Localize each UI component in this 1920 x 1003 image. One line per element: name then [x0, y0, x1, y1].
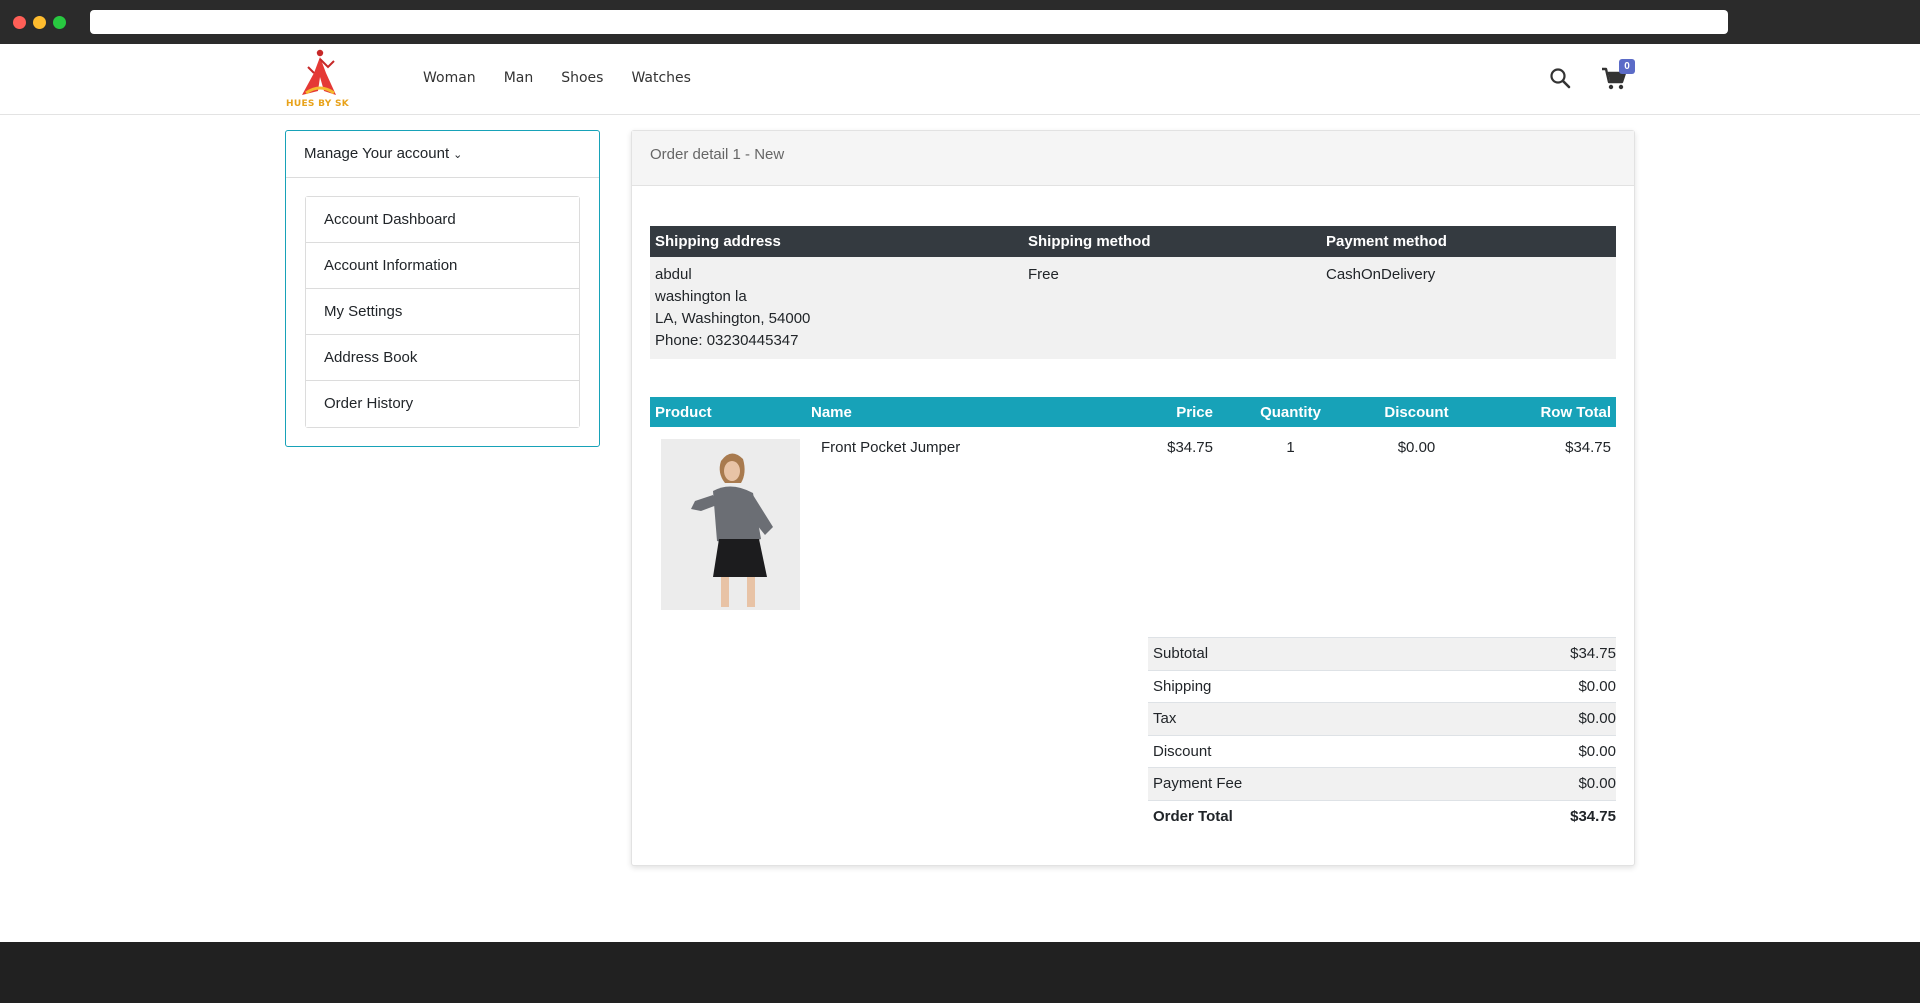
discount-header: Discount	[1363, 397, 1470, 427]
product-name-text[interactable]: Front Pocket Jumper	[811, 439, 960, 456]
order-totals-table: Subtotal $34.75 Shipping $0.00 Tax $0.00…	[1148, 637, 1616, 833]
chevron-down-icon: ⌄	[453, 149, 463, 161]
product-discount: $0.00	[1397, 439, 1436, 456]
manage-account-dropdown[interactable]: Manage Your account ⌄	[286, 131, 599, 178]
totals-row-payment-fee: Payment Fee $0.00	[1148, 767, 1616, 800]
sidebar-item-account-dashboard[interactable]: Account Dashboard	[306, 197, 579, 243]
quantity-header: Quantity	[1218, 397, 1363, 427]
sidebar-item-my-settings[interactable]: My Settings	[306, 289, 579, 335]
shipping-address-header: Shipping address	[650, 226, 1023, 257]
nav-item-man[interactable]: Man	[504, 70, 534, 86]
shipping-method-header: Shipping method	[1023, 226, 1321, 257]
address-name: abdul	[655, 266, 692, 283]
address-bar[interactable]	[90, 10, 1728, 34]
account-sidebar: Manage Your account ⌄ Account Dashboard A…	[285, 130, 600, 447]
totals-row-shipping: Shipping $0.00	[1148, 669, 1616, 703]
maximize-window-button[interactable]	[53, 16, 66, 29]
brand-logo-text: HUES BY SK	[286, 99, 350, 109]
address-street: washington la	[655, 288, 747, 305]
tax-value: $0.00	[1451, 702, 1616, 735]
sidebar-item-address-book[interactable]: Address Book	[306, 335, 579, 381]
browser-chrome	[0, 0, 1920, 44]
order-products-table: Product Name Price Quantity Discount Row…	[650, 397, 1616, 622]
payment-fee-label: Payment Fee	[1148, 767, 1452, 800]
discount-label: Discount	[1148, 734, 1452, 768]
address-phone: Phone: 03230445347	[655, 332, 799, 349]
shipping-info-table: Shipping address Shipping method Payment…	[650, 226, 1616, 359]
order-total-value: $34.75	[1451, 799, 1616, 833]
shipping-label: Shipping	[1148, 669, 1452, 703]
main-nav: Woman Man Shoes Watches	[423, 70, 691, 86]
tax-label: Tax	[1148, 702, 1452, 735]
site-header: HUES BY SK Woman Man Shoes Watches 0	[0, 44, 1920, 115]
account-menu: Account Dashboard Account Information My…	[305, 196, 580, 428]
product-header: Product	[650, 397, 806, 427]
product-price: $34.75	[1167, 439, 1213, 456]
close-window-button[interactable]	[13, 16, 26, 29]
search-icon[interactable]	[1548, 66, 1572, 90]
shipping-value: $0.00	[1451, 669, 1616, 703]
cart-count-badge: 0	[1619, 59, 1635, 74]
subtotal-value: $34.75	[1451, 637, 1616, 670]
nav-item-shoes[interactable]: Shoes	[561, 70, 603, 86]
payment-method-header: Payment method	[1321, 226, 1616, 257]
payment-fee-value: $0.00	[1451, 767, 1616, 800]
totals-row-discount: Discount $0.00	[1148, 734, 1616, 768]
manage-account-label: Manage Your account	[304, 145, 450, 162]
price-header: Price	[1121, 397, 1218, 427]
site-footer	[0, 942, 1920, 1003]
table-row: Front Pocket Jumper $34.75 1 $0.00 $34.7…	[650, 427, 1616, 622]
totals-row-order-total: Order Total $34.75	[1148, 799, 1616, 833]
nav-item-watches[interactable]: Watches	[631, 70, 691, 86]
order-detail-title: Order detail 1 - New	[632, 131, 1634, 186]
totals-row-subtotal: Subtotal $34.75	[1148, 637, 1616, 670]
address-city: LA, Washington, 54000	[655, 310, 811, 327]
sidebar-item-order-history[interactable]: Order History	[306, 381, 579, 427]
subtotal-label: Subtotal	[1148, 637, 1452, 670]
product-row-total: $34.75	[1565, 439, 1611, 456]
product-name: Front Pocket Jumper	[806, 427, 1121, 622]
discount-value: $0.00	[1451, 734, 1616, 768]
minimize-window-button[interactable]	[33, 16, 46, 29]
totals-row-tax: Tax $0.00	[1148, 702, 1616, 735]
row-total-header: Row Total	[1470, 397, 1616, 427]
product-image-cell	[650, 427, 806, 622]
shipping-address-cell: abdul washington la LA, Washington, 5400…	[650, 257, 1023, 359]
sidebar-item-account-information[interactable]: Account Information	[306, 243, 579, 289]
order-detail-card: Order detail 1 - New Shipping address Sh…	[631, 130, 1635, 866]
payment-method-value: CashOnDelivery	[1321, 257, 1616, 359]
name-header: Name	[806, 397, 1121, 427]
product-image[interactable]	[661, 439, 800, 610]
order-total-label: Order Total	[1148, 799, 1452, 833]
dancer-logo-icon	[302, 49, 336, 95]
nav-item-woman[interactable]: Woman	[423, 70, 476, 86]
shipping-method-value: Free	[1023, 257, 1321, 359]
product-quantity: 1	[1286, 439, 1295, 456]
